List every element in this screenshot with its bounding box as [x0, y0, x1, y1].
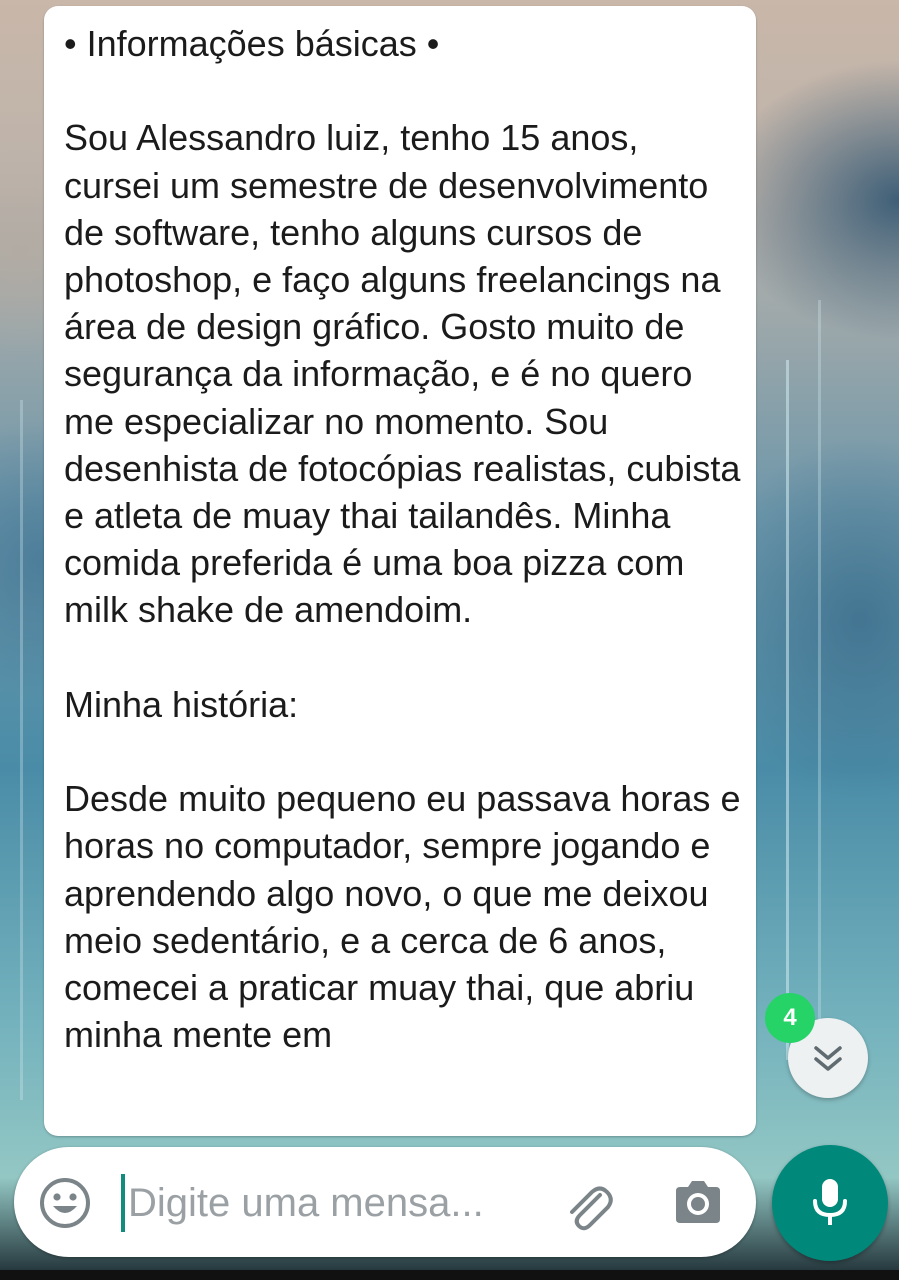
voice-message-button[interactable]: [772, 1145, 888, 1261]
message-text: • Informações básicas • Sou Alessandro l…: [64, 23, 741, 1056]
double-chevron-down-icon: [814, 1046, 842, 1071]
mic-icon: [813, 1179, 847, 1225]
emoji-icon[interactable]: [38, 1176, 92, 1230]
unread-count-badge: 4: [765, 993, 815, 1043]
wallpaper-decoration: [818, 300, 821, 1060]
wallpaper-decoration: [786, 360, 789, 1060]
system-nav-strip: [0, 1270, 899, 1280]
attach-icon[interactable]: [560, 1177, 616, 1233]
message-input[interactable]: [124, 1173, 548, 1233]
wallpaper-decoration: [20, 400, 23, 1100]
message-bubble[interactable]: • Informações básicas • Sou Alessandro l…: [44, 6, 756, 1136]
camera-icon[interactable]: [670, 1177, 726, 1229]
message-composer: [14, 1147, 756, 1257]
